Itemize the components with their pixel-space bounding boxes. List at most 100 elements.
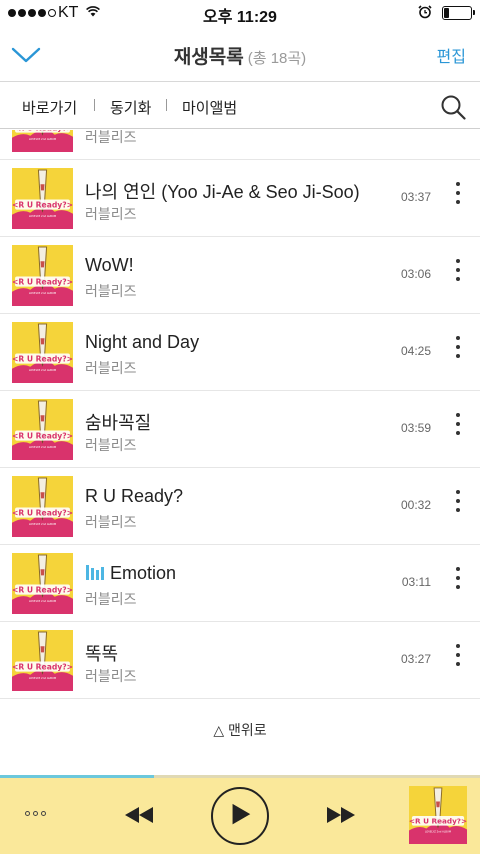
more-vertical-icon[interactable] — [453, 336, 463, 366]
song-duration: 04:25 — [400, 344, 431, 358]
tab-sync[interactable]: 동기화 — [110, 97, 151, 118]
album-art-sublabel: LOVELYZ 2nd ALBUM — [29, 445, 57, 449]
page-title-text: 재생목록 — [173, 47, 244, 68]
more-vertical-icon[interactable] — [453, 490, 463, 520]
tab-divider — [166, 99, 167, 111]
song-artist: 러블리즈 — [85, 283, 137, 299]
song-title-text: 똑똑 — [85, 644, 119, 664]
album-art-image: <R U Ready?> LOVELYZ 2nd ALBUM — [12, 476, 73, 537]
song-artist: 러블리즈 — [85, 360, 137, 376]
album-art-sublabel: LOVELYZ 2nd ALBUM — [29, 137, 57, 141]
song-title: Emotion — [85, 563, 176, 584]
next-track-icon[interactable] — [326, 806, 356, 824]
tab-shortcut[interactable]: 바로가기 — [22, 97, 77, 118]
song-duration: 03:59 — [400, 421, 431, 435]
song-title-text: 숨바꼭질 — [85, 413, 152, 433]
album-art-image: <R U Ready?> LOVELYZ 2nd ALBUM — [12, 322, 73, 383]
song-title: 숨바꼭질 — [85, 409, 151, 435]
album-art: <R U Ready?> LOVELYZ 2nd ALBUM — [12, 476, 73, 537]
playlist-row[interactable]: <R U Ready?> LOVELYZ 2nd ALBUM 똑똑 러블리즈 0… — [0, 622, 480, 699]
song-artist: 러블리즈 — [85, 668, 137, 684]
album-art: <R U Ready?> LOVELYZ 2nd ALBUM — [12, 322, 73, 383]
album-art-sublabel: LOVELYZ 2nd ALBUM — [29, 599, 57, 603]
more-vertical-icon[interactable] — [453, 413, 463, 443]
more-vertical-icon[interactable] — [453, 182, 463, 212]
album-art: <R U Ready?> LOVELYZ 2nd ALBUM — [12, 130, 73, 152]
song-artist: 러블리즈 — [85, 591, 137, 607]
song-title-text: 나의 연인 (Yoo Ji-Ae & Seo Ji-Soo) — [85, 182, 360, 202]
playlist-row[interactable]: <R U Ready?> LOVELYZ 2nd ALBUM The (Lee … — [0, 130, 480, 160]
scroll-to-top-button[interactable]: △ 맨위로 — [0, 699, 480, 761]
album-art-label: <R U Ready?> — [12, 355, 73, 364]
album-art-image: <R U Ready?> LOVELYZ 2nd ALBUM — [409, 786, 467, 844]
album-art: <R U Ready?> LOVELYZ 2nd ALBUM — [12, 553, 73, 614]
scroll-to-top-label: △ 맨위로 — [213, 722, 267, 738]
song-artist: 러블리즈 — [85, 437, 137, 453]
album-art-image: <R U Ready?> LOVELYZ 2nd ALBUM — [12, 130, 73, 152]
edit-button[interactable]: 편집 — [437, 43, 466, 67]
song-artist: 러블리즈 — [85, 514, 137, 530]
more-vertical-icon[interactable] — [453, 567, 463, 597]
play-icon — [232, 803, 251, 825]
more-vertical-icon[interactable] — [453, 259, 463, 289]
playlist-row[interactable]: <R U Ready?> LOVELYZ 2nd ALBUM 숨바꼭질 러블리즈… — [0, 391, 480, 468]
song-title: Night and Day — [85, 332, 199, 353]
song-title: WoW! — [85, 255, 134, 276]
song-title: 나의 연인 (Yoo Ji-Ae & Seo Ji-Soo) — [85, 178, 360, 204]
mini-player: <R U Ready?> LOVELYZ 2nd ALBUM — [0, 775, 480, 854]
more-vertical-icon[interactable] — [453, 644, 463, 674]
playlist-row[interactable]: <R U Ready?> LOVELYZ 2nd ALBUM WoW! 러블리즈… — [0, 237, 480, 314]
playback-progress-bar[interactable] — [0, 775, 480, 778]
album-art: <R U Ready?> LOVELYZ 2nd ALBUM — [12, 168, 73, 229]
page-title: 재생목록 (총 18곡) — [0, 42, 480, 69]
album-art-image: <R U Ready?> LOVELYZ 2nd ALBUM — [12, 630, 73, 691]
album-art-sublabel: LOVELYZ 2nd ALBUM — [29, 214, 57, 218]
album-art-label: <R U Ready?> — [12, 201, 73, 210]
album-art-image: <R U Ready?> LOVELYZ 2nd ALBUM — [12, 168, 73, 229]
song-title: R U Ready? — [85, 486, 183, 507]
album-art-sublabel: LOVELYZ 2nd ALBUM — [29, 368, 57, 372]
now-playing-equalizer-icon — [86, 565, 104, 580]
playback-progress-fill — [0, 775, 154, 778]
playlist[interactable]: <R U Ready?> LOVELYZ 2nd ALBUM The (Lee … — [0, 130, 480, 775]
now-playing-album-art[interactable]: <R U Ready?> LOVELYZ 2nd ALBUM — [409, 786, 467, 844]
battery-icon — [442, 6, 475, 20]
more-options-icon[interactable] — [25, 811, 46, 816]
song-artist: 러블리즈 — [85, 206, 137, 222]
album-art-label: <R U Ready?> — [12, 509, 73, 518]
previous-track-icon[interactable] — [124, 806, 154, 824]
song-title-text: R U Ready? — [85, 486, 184, 506]
search-icon[interactable] — [440, 94, 466, 120]
song-title: 똑똑 — [85, 640, 118, 666]
playlist-row[interactable]: <R U Ready?> LOVELYZ 2nd ALBUM Night and… — [0, 314, 480, 391]
album-art-label: <R U Ready?> — [12, 278, 73, 287]
playlist-row[interactable]: <R U Ready?> LOVELYZ 2nd ALBUM 나의 연인 (Yo… — [0, 160, 480, 237]
album-art: <R U Ready?> LOVELYZ 2nd ALBUM — [12, 399, 73, 460]
status-bar: KT 오후 11:29 — [0, 0, 480, 28]
song-title-text: Emotion — [110, 563, 177, 583]
album-art-label: <R U Ready?> — [12, 130, 73, 133]
header: 재생목록 (총 18곡) 편집 — [0, 28, 480, 82]
tab-my-album[interactable]: 마이앨범 — [182, 97, 237, 118]
song-duration: 03:27 — [400, 652, 431, 666]
play-button[interactable] — [211, 787, 269, 845]
album-art: <R U Ready?> LOVELYZ 2nd ALBUM — [12, 245, 73, 306]
song-duration: 03:11 — [401, 575, 431, 589]
album-art-label: <R U Ready?> — [12, 432, 73, 441]
status-time: 오후 11:29 — [203, 9, 277, 26]
album-art: <R U Ready?> LOVELYZ 2nd ALBUM — [12, 630, 73, 691]
album-art-image: <R U Ready?> LOVELYZ 2nd ALBUM — [12, 245, 73, 306]
alarm-clock-icon — [418, 5, 432, 19]
tab-divider — [94, 99, 95, 111]
album-art-sublabel: LOVELYZ 2nd ALBUM — [425, 829, 451, 833]
album-art-image: <R U Ready?> LOVELYZ 2nd ALBUM — [12, 553, 73, 614]
shortcut-tab-bar: 바로가기 동기화 마이앨범 — [0, 83, 480, 129]
playlist-row[interactable]: <R U Ready?> LOVELYZ 2nd ALBUM R U Ready… — [0, 468, 480, 545]
album-art-sublabel: LOVELYZ 2nd ALBUM — [29, 676, 57, 680]
album-art-image: <R U Ready?> LOVELYZ 2nd ALBUM — [12, 399, 73, 460]
song-duration: 00:32 — [400, 498, 431, 512]
song-title-text: Night and Day — [85, 332, 200, 352]
more-vertical-icon[interactable] — [453, 130, 463, 135]
album-art-label: <R U Ready?> — [12, 586, 73, 595]
playlist-row[interactable]: <R U Ready?> LOVELYZ 2nd ALBUM Emotion 러… — [0, 545, 480, 622]
